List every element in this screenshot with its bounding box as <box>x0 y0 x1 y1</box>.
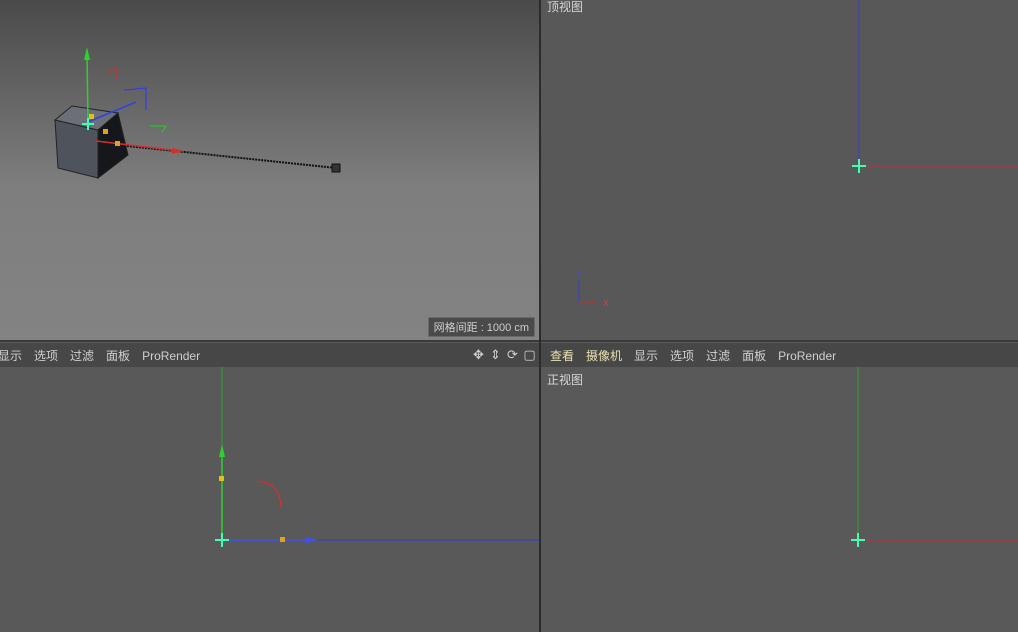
menu-options[interactable]: 选项 <box>670 347 694 364</box>
menu-prorender[interactable]: ProRender <box>142 349 200 363</box>
front-scene <box>851 367 1018 547</box>
front-viewport[interactable]: 正视图 <box>541 367 1018 632</box>
y-scale-handle[interactable] <box>89 114 94 119</box>
z-scale-handle[interactable] <box>103 129 108 134</box>
z-rotation-handle[interactable] <box>123 87 147 110</box>
z-axis-arrow-icon[interactable] <box>306 537 318 543</box>
perspective-scene <box>53 47 341 180</box>
x-axis-arrow-icon[interactable] <box>172 148 184 154</box>
menu-prorender[interactable]: ProRender <box>778 349 836 363</box>
zoom-icon[interactable]: ⇕ <box>488 346 503 363</box>
viewport-menubar-left: 显示 选项 过滤 面板 ProRender ✥ ⇕ ⟳ ▢ <box>0 342 539 368</box>
menu-panel[interactable]: 面板 <box>742 347 766 364</box>
y-axis-arrow-icon[interactable] <box>84 47 90 60</box>
y-rotation-handle[interactable] <box>150 125 168 133</box>
y-scale-handle[interactable] <box>219 476 224 481</box>
rotate-icon[interactable]: ⟳ <box>505 346 520 363</box>
side-viewport[interactable] <box>0 367 539 632</box>
menu-view[interactable]: 查看 <box>550 347 574 364</box>
perspective-viewport[interactable]: 网格间距 : 1000 cm <box>0 0 539 340</box>
move-icon[interactable]: ✥ <box>471 346 486 363</box>
menu-display[interactable]: 显示 <box>0 347 22 364</box>
rotation-handle[interactable] <box>257 480 282 508</box>
menu-display[interactable]: 显示 <box>634 347 658 364</box>
y-axis-handle[interactable] <box>86 53 89 123</box>
viewport-menubar-right: 查看 摄像机 显示 选项 过滤 面板 ProRender <box>541 342 1018 368</box>
menu-filter[interactable]: 过滤 <box>706 347 730 364</box>
menu-options[interactable]: 选项 <box>34 347 58 364</box>
top-scene: Z X <box>576 0 1018 308</box>
x-scale-handle[interactable] <box>115 141 120 146</box>
axis-indicator-z-label: Z <box>576 270 582 280</box>
side-scene <box>215 367 539 547</box>
menu-camera[interactable]: 摄像机 <box>586 347 622 364</box>
light-target-line <box>117 144 337 169</box>
top-viewport[interactable]: 顶视图 Z X <box>541 0 1018 340</box>
light-target-handle[interactable] <box>331 163 341 173</box>
z-scale-handle[interactable] <box>280 537 285 542</box>
axis-indicator-x-label: X <box>603 298 609 308</box>
y-axis-arrow-icon[interactable] <box>219 444 225 457</box>
grid-spacing-info: 网格间距 : 1000 cm <box>427 317 535 337</box>
x-rotation-handle[interactable] <box>105 67 117 80</box>
menu-panel[interactable]: 面板 <box>106 347 130 364</box>
maximize-icon[interactable]: ▢ <box>522 346 537 363</box>
menu-filter[interactable]: 过滤 <box>70 347 94 364</box>
viewport-nav-icons: ✥ ⇕ ⟳ ▢ <box>471 346 537 363</box>
